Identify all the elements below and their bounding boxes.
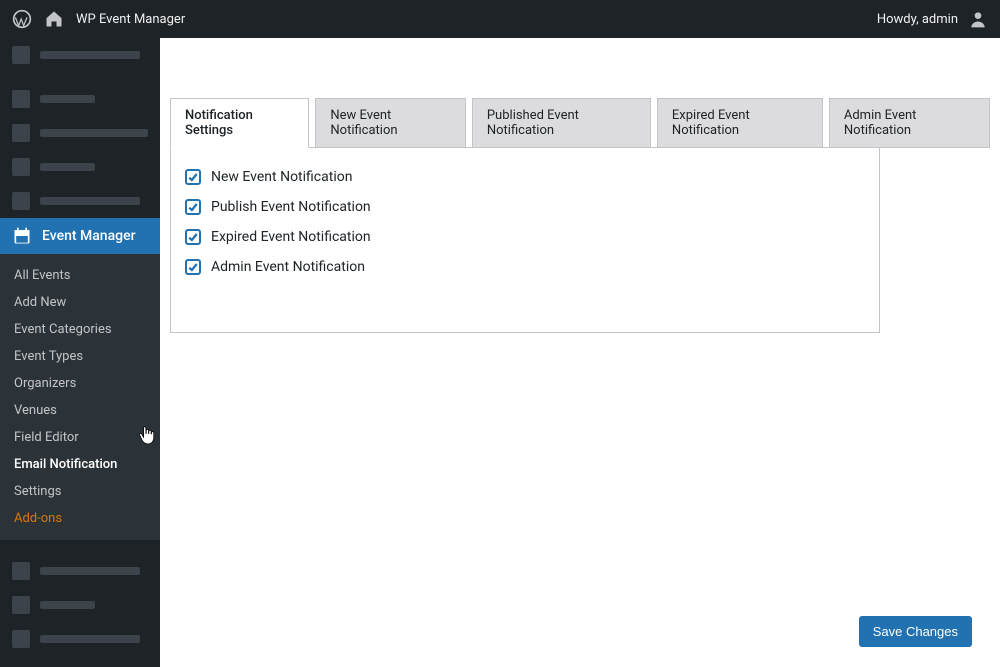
submenu-item-organizers[interactable]: Organizers xyxy=(0,370,160,397)
tab-expired-event-notification[interactable]: Expired Event Notification xyxy=(657,98,823,148)
checkbox-row-admin-event: Admin Event Notification xyxy=(185,252,865,282)
admin-bar: WP Event Manager Howdy, admin xyxy=(0,0,1000,38)
tab-admin-event-notification[interactable]: Admin Event Notification xyxy=(829,98,990,148)
checkbox-admin-event[interactable] xyxy=(185,259,201,275)
submenu-item-venues[interactable]: Venues xyxy=(0,397,160,424)
checkbox-label: Admin Event Notification xyxy=(211,259,365,275)
calendar-icon xyxy=(12,226,32,246)
menu-icon-placeholder xyxy=(12,192,30,210)
checkbox-row-new-event: New Event Notification xyxy=(185,162,865,192)
checkbox-label: Expired Event Notification xyxy=(211,229,371,245)
user-avatar-icon[interactable] xyxy=(968,9,988,29)
sidebar-submenu: All Events Add New Event Categories Even… xyxy=(0,254,160,540)
sidebar-item-event-manager[interactable]: Event Manager xyxy=(0,218,160,254)
sidebar-item-placeholder[interactable] xyxy=(0,588,160,622)
menu-icon-placeholder xyxy=(12,630,30,648)
submenu-item-addons[interactable]: Add-ons xyxy=(0,505,160,532)
checkbox-new-event[interactable] xyxy=(185,169,201,185)
sidebar-item-placeholder[interactable] xyxy=(0,38,160,72)
tab-notification-settings[interactable]: Notification Settings xyxy=(170,98,309,148)
checkbox-label: Publish Event Notification xyxy=(211,199,371,215)
sidebar-item-placeholder[interactable] xyxy=(0,116,160,150)
tab-new-event-notification[interactable]: New Event Notification xyxy=(315,98,465,148)
save-changes-button[interactable]: Save Changes xyxy=(859,616,972,647)
menu-icon-placeholder xyxy=(12,562,30,580)
menu-icon-placeholder xyxy=(12,596,30,614)
submenu-item-field-editor[interactable]: Field Editor xyxy=(0,424,160,451)
settings-tabs: Notification Settings New Event Notifica… xyxy=(170,98,990,148)
checkbox-expired-event[interactable] xyxy=(185,229,201,245)
submenu-item-settings[interactable]: Settings xyxy=(0,478,160,505)
admin-bar-left: WP Event Manager xyxy=(12,9,185,29)
menu-icon-placeholder xyxy=(12,46,30,64)
submenu-item-email-notification[interactable]: Email Notification xyxy=(0,451,160,478)
submenu-item-add-new[interactable]: Add New xyxy=(0,289,160,316)
menu-icon-placeholder xyxy=(12,124,30,142)
submenu-item-all-events[interactable]: All Events xyxy=(0,262,160,289)
main-content: Notification Settings New Event Notifica… xyxy=(160,38,1000,667)
submenu-item-event-categories[interactable]: Event Categories xyxy=(0,316,160,343)
home-icon[interactable] xyxy=(44,9,64,29)
tab-published-event-notification[interactable]: Published Event Notification xyxy=(472,98,651,148)
menu-icon-placeholder xyxy=(12,90,30,108)
wp-logo-icon[interactable] xyxy=(12,9,32,29)
site-title[interactable]: WP Event Manager xyxy=(76,12,185,27)
submenu-item-event-types[interactable]: Event Types xyxy=(0,343,160,370)
sidebar-item-placeholder[interactable] xyxy=(0,622,160,656)
sidebar-item-label: Event Manager xyxy=(42,228,136,244)
sidebar-item-placeholder[interactable] xyxy=(0,82,160,116)
admin-bar-right[interactable]: Howdy, admin xyxy=(877,9,988,29)
checkbox-publish-event[interactable] xyxy=(185,199,201,215)
settings-panel: New Event Notification Publish Event Not… xyxy=(170,147,880,333)
sidebar-item-placeholder[interactable] xyxy=(0,184,160,218)
checkbox-row-expired-event: Expired Event Notification xyxy=(185,222,865,252)
checkbox-row-publish-event: Publish Event Notification xyxy=(185,192,865,222)
sidebar-item-placeholder[interactable] xyxy=(0,554,160,588)
sidebar-item-placeholder[interactable] xyxy=(0,150,160,184)
howdy-label: Howdy, admin xyxy=(877,12,958,27)
checkbox-label: New Event Notification xyxy=(211,169,352,185)
admin-sidebar: Event Manager All Events Add New Event C… xyxy=(0,38,160,667)
menu-icon-placeholder xyxy=(12,158,30,176)
